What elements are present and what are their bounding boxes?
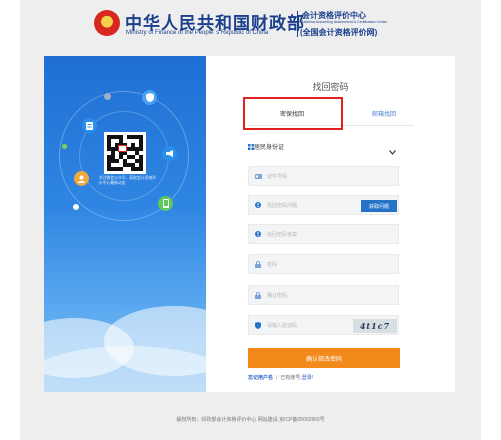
illustration-panel: 关注微信公众号，获取会计资格评价中心最新动态 [44, 56, 206, 392]
footer-copyright: 版权所有：财政部会计资格评价中心 网站建设 京ICP备05002860号 [176, 417, 325, 423]
id-type-value: 居民身份证 [254, 144, 285, 151]
mobile-icon [158, 196, 173, 211]
confirm-password-placeholder: 确认密码 [267, 292, 288, 299]
chevron-down-icon [389, 142, 396, 160]
decor-dot [62, 144, 67, 149]
form-title: 找回密码 [312, 82, 349, 92]
qr-caption: 关注微信公众号，获取会计资格评价中心最新动态 [99, 176, 156, 185]
highlight-box [243, 97, 343, 130]
lock-icon [249, 291, 267, 299]
id-card-icon [249, 173, 267, 179]
get-question-button[interactable]: 获取问题 [361, 200, 397, 212]
document-icon [82, 118, 97, 133]
tab-email[interactable]: 邮箱找回 [356, 100, 412, 126]
password-placeholder: 密码 [267, 261, 278, 268]
login-link[interactable]: 登录! [302, 375, 313, 381]
login-page: 中华人民共和国财政部 Ministry of Finance of the Pe… [0, 0, 501, 440]
ministry-title-en: Ministry of Finance of the People' s Rep… [126, 30, 269, 36]
center-subtitle: (全国会计资格评价网) [300, 28, 378, 37]
security-answer-placeholder: 找回密码答案 [267, 231, 298, 238]
user-icon [74, 171, 89, 186]
security-answer-input[interactable]: 找回密码答案 [248, 224, 399, 244]
id-number-placeholder: 证件号码 [267, 173, 288, 180]
qr-code [104, 132, 146, 174]
center-title-en: National Accounting Assessment & Certifi… [302, 20, 388, 24]
confirm-change-password-button[interactable]: 确认修改密码 [248, 348, 400, 368]
question-icon [249, 202, 267, 208]
confirm-password-input[interactable]: 确认密码 [248, 285, 399, 305]
have-account-text: 已有账号, [280, 375, 302, 381]
national-emblem-logo [94, 10, 120, 36]
qr-center-logo [118, 145, 127, 152]
shield-check-icon [249, 321, 267, 329]
shield-icon [142, 90, 157, 105]
security-question-input[interactable]: 找回密码问题 获取问题 [248, 195, 399, 215]
captcha-image[interactable]: 4t1c7 [353, 319, 397, 333]
recovery-form: 找回密码 密保找回 邮箱找回 居民身份证 证件号码 找回密码问题 获取问题 找回… [206, 56, 455, 392]
captcha-placeholder: 请输入验证码 [267, 322, 298, 329]
captcha-input[interactable]: 请输入验证码 4t1c7 [248, 315, 399, 335]
decor-dot [73, 204, 79, 210]
answer-icon [249, 231, 267, 237]
password-input[interactable]: 密码 [248, 254, 399, 274]
bottom-links: 忘记用户名 | 已有账号,登录! [248, 374, 313, 381]
qr-cell [139, 167, 143, 171]
qr-code-pattern [107, 135, 143, 171]
lock-icon [249, 260, 267, 268]
decor-dot [104, 93, 111, 100]
id-type-select[interactable]: 居民身份证 [248, 136, 399, 156]
security-question-placeholder: 找回密码问题 [267, 202, 298, 209]
header-divider [297, 11, 298, 37]
forgot-username-link[interactable]: 忘记用户名 [248, 375, 273, 381]
megaphone-icon [162, 146, 177, 161]
cloud-decor [44, 346, 206, 392]
id-number-input[interactable]: 证件号码 [248, 166, 399, 186]
